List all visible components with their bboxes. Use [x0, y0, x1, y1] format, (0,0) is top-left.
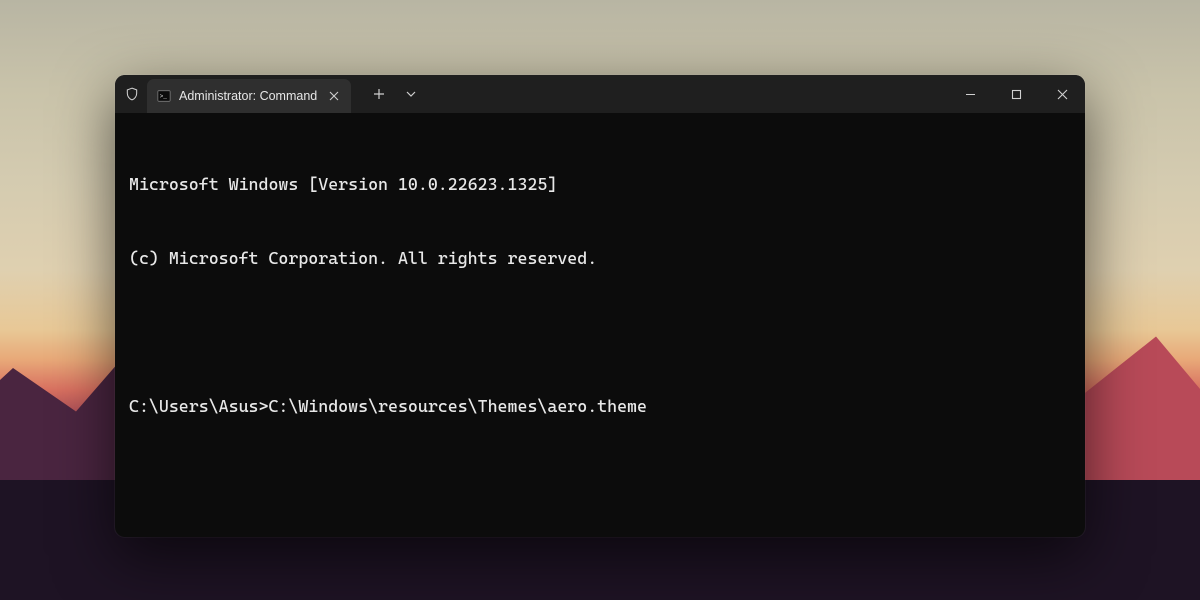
terminal-prompt: C:\Users\Asus> [129, 396, 268, 416]
minimize-button[interactable] [947, 75, 993, 113]
terminal-blank-line [129, 320, 1071, 345]
svg-text:>_: >_ [160, 93, 168, 100]
cmd-icon: >_ [157, 89, 171, 103]
close-window-button[interactable] [1039, 75, 1085, 113]
terminal-output[interactable]: Microsoft Windows [Version 10.0.22623.13… [115, 113, 1085, 537]
maximize-button[interactable] [993, 75, 1039, 113]
terminal-prompt-line: C:\Users\Asus>C:\Windows\resources\Theme… [129, 394, 1071, 419]
shield-icon [125, 87, 139, 101]
terminal-command: C:\Windows\resources\Themes\aero.theme [268, 396, 647, 416]
titlebar-drag-region[interactable] [427, 75, 947, 113]
tab-title: Administrator: Command [179, 89, 317, 103]
new-tab-button[interactable] [363, 79, 395, 109]
tab-command-prompt[interactable]: >_ Administrator: Command [147, 79, 351, 113]
tab-dropdown-button[interactable] [395, 79, 427, 109]
terminal-line-copyright: (c) Microsoft Corporation. All rights re… [129, 246, 1071, 271]
terminal-window: >_ Administrator: Command [115, 75, 1085, 537]
titlebar[interactable]: >_ Administrator: Command [115, 75, 1085, 113]
tab-close-button[interactable] [325, 87, 343, 105]
terminal-line-version: Microsoft Windows [Version 10.0.22623.13… [129, 172, 1071, 197]
